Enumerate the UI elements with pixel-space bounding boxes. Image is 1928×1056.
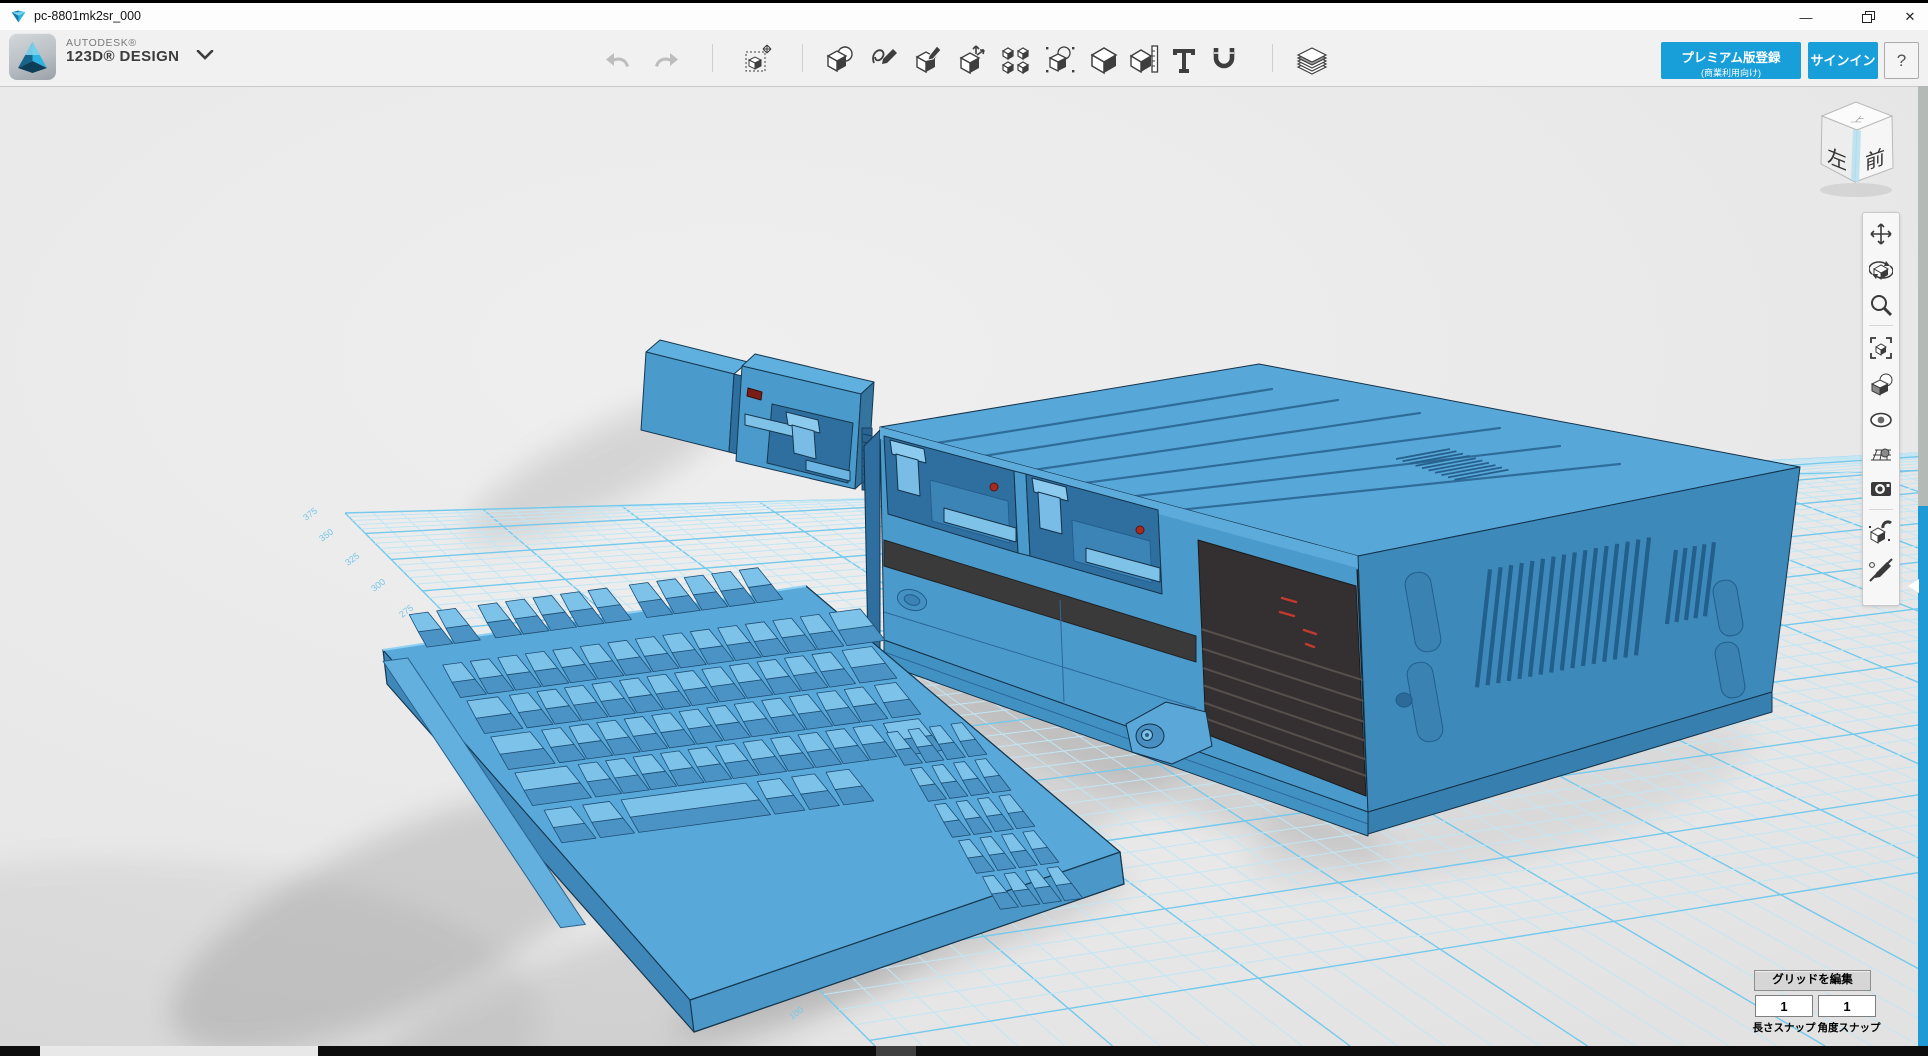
toolbar-separator	[1272, 44, 1273, 72]
camera-icon	[1869, 476, 1893, 500]
screenshot-tool[interactable]	[1868, 475, 1894, 501]
snap-settings-tool[interactable]	[1868, 519, 1894, 545]
tool-primitives[interactable]	[822, 41, 858, 77]
right-edge-strip-bottom	[1918, 506, 1928, 1046]
construct-icon	[912, 43, 944, 75]
toolbar: AUTODESK® 123D® DESIGN	[0, 30, 1928, 87]
main-menu-chevron-icon[interactable]	[196, 50, 214, 60]
view-mode-icon	[1869, 372, 1893, 396]
app-icon	[10, 8, 27, 25]
length-snap-label: 長さスナップ	[1749, 1020, 1819, 1035]
taskbar-active-app[interactable]	[40, 1046, 318, 1056]
primitives-icon	[824, 43, 856, 75]
pencil-slash-icon	[1868, 557, 1894, 583]
tool-group[interactable]	[1042, 41, 1078, 77]
eye-icon	[1869, 408, 1893, 432]
taskbar-item[interactable]	[876, 1046, 916, 1056]
tool-pattern[interactable]	[998, 41, 1034, 77]
taskbar-edge[interactable]	[0, 1046, 1928, 1056]
brand-text: AUTODESK® 123D® DESIGN	[66, 38, 179, 65]
toolbar-separator	[802, 44, 803, 72]
length-snap-input[interactable]	[1755, 995, 1813, 1017]
pan-tool[interactable]	[1868, 221, 1894, 247]
zoom-icon	[1869, 293, 1893, 317]
tool-transform[interactable]	[740, 41, 776, 77]
undo-icon	[605, 49, 631, 69]
transform-icon	[742, 43, 774, 75]
minimize-button[interactable]: —	[1789, 5, 1823, 29]
nav-separator	[1869, 509, 1893, 510]
123d-logo-icon	[9, 33, 56, 80]
tool-snap[interactable]	[1206, 41, 1242, 77]
titlebar: pc-8801mk2sr_000 — ✕	[0, 3, 1928, 31]
layers-icon	[1295, 43, 1329, 75]
redo-icon	[653, 49, 679, 69]
close-button[interactable]: ✕	[1893, 5, 1927, 29]
panel-collapse-arrow-icon[interactable]	[1908, 579, 1919, 593]
grid-visibility-tool[interactable]	[1868, 441, 1894, 467]
viewport-canvas[interactable]: 375 350 325 300 275 100	[0, 0, 1928, 1056]
sketch-icon	[868, 43, 900, 75]
fit-icon	[1869, 336, 1893, 360]
right-edge-strip-top	[1918, 86, 1928, 506]
pattern-icon	[1000, 43, 1032, 75]
undo-button[interactable]	[600, 41, 636, 77]
tool-combine[interactable]	[1086, 41, 1122, 77]
combine-icon	[1088, 43, 1120, 75]
orbit-tool[interactable]	[1868, 257, 1894, 283]
restore-button[interactable]	[1851, 5, 1885, 29]
snap-box-icon	[1868, 519, 1894, 545]
tool-measure[interactable]	[1126, 41, 1162, 77]
text-icon	[1168, 43, 1200, 75]
restore-icon	[1862, 11, 1875, 23]
navigation-toolbar	[1862, 212, 1900, 606]
zoom-tool[interactable]	[1868, 292, 1894, 318]
premium-signup-button[interactable]: プレミアム版登録 (商業利用向け)	[1661, 42, 1801, 79]
app-logo[interactable]	[9, 33, 56, 80]
angle-snap-input[interactable]	[1818, 995, 1876, 1017]
help-button[interactable]: ?	[1884, 42, 1919, 79]
tool-sketch[interactable]	[866, 41, 902, 77]
tool-text[interactable]	[1166, 41, 1202, 77]
magnet-icon	[1208, 43, 1240, 75]
orbit-icon	[1869, 258, 1893, 282]
angle-snap-label: 角度スナップ	[1814, 1020, 1884, 1035]
signin-button[interactable]: サインイン	[1808, 42, 1878, 79]
toolbar-separator	[712, 44, 713, 72]
fit-tool[interactable]	[1868, 335, 1894, 361]
tool-construct[interactable]	[910, 41, 946, 77]
document-title: pc-8801mk2sr_000	[34, 9, 141, 23]
grid-eye-icon	[1869, 442, 1893, 466]
modify-icon	[956, 43, 988, 75]
nav-separator	[1869, 325, 1893, 326]
visibility-tool[interactable]	[1868, 407, 1894, 433]
group-icon	[1044, 43, 1076, 75]
view-settings-tool[interactable]	[1868, 371, 1894, 397]
edit-grid-button[interactable]: グリッドを編集	[1754, 970, 1871, 991]
view-cube[interactable]: 左 前 上	[1800, 90, 1920, 202]
pan-icon	[1871, 224, 1891, 244]
tool-material[interactable]	[1294, 41, 1330, 77]
tool-modify[interactable]	[954, 41, 990, 77]
sketch-visibility-tool[interactable]	[1868, 557, 1894, 583]
measure-icon	[1128, 43, 1160, 75]
redo-button[interactable]	[648, 41, 684, 77]
